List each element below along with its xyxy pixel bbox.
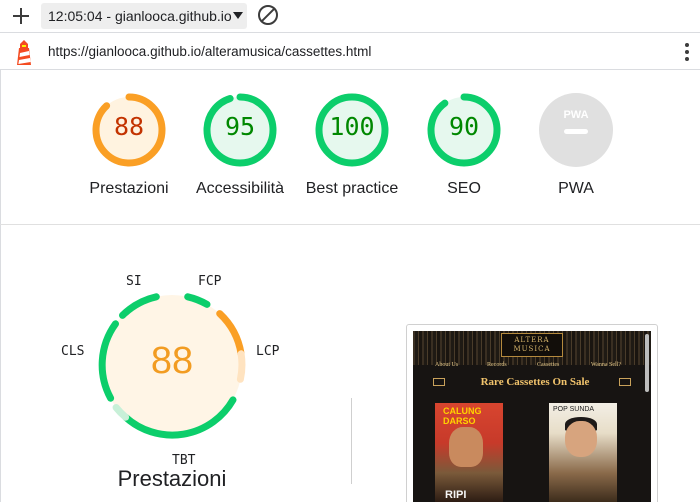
cover-photo [449, 427, 483, 467]
ornament-icon [619, 378, 631, 386]
pwa-badge-icon: PWA [539, 93, 613, 167]
performance-detail-score: 88 [150, 340, 194, 382]
gauge-score-accessibility: 95 [224, 112, 256, 141]
cassette-cover-pop-sunda: POP SUNDA [549, 403, 617, 502]
plus-icon[interactable] [10, 5, 32, 27]
url-bar: https://gianlooca.github.io/alteramusica… [0, 32, 700, 70]
vertical-separator [351, 398, 352, 484]
screenshot-nav-item: Cassettes [537, 362, 560, 368]
screenshot-nav: About Us Records Cassettes Wanna Sell? [413, 360, 651, 370]
devtools-toolbar: 12:05:04 - gianlooca.github.io [0, 0, 700, 32]
gauge-score-best-practices: 100 [329, 112, 375, 141]
kebab-menu-icon[interactable] [684, 42, 690, 62]
metric-label-si: SI [126, 274, 142, 289]
performance-detail-title: Prestazioni [117, 466, 227, 491]
gauge-accessibility[interactable]: 95 Accessibilità [185, 92, 295, 197]
screenshot-scrollbar[interactable] [645, 334, 649, 392]
gauge-score-performance: 88 [113, 112, 145, 141]
gauge-score-seo: 90 [448, 112, 480, 141]
gauge-label-pwa: PWA [558, 180, 594, 197]
metric-label-lcp: LCP [256, 344, 280, 359]
screenshot-nav-item: Records [487, 362, 507, 368]
gauge-seo[interactable]: 90 SEO [409, 92, 519, 197]
cassette-cover-calung: CALUNG DARSO RIPI [435, 403, 503, 502]
page-url[interactable]: https://gianlooca.github.io/alteramusica… [48, 44, 371, 59]
svg-text:PWA: PWA [563, 109, 588, 121]
screenshot-nav-item: About Us [435, 362, 459, 368]
cover-photo [565, 421, 597, 457]
report-selector[interactable]: 12:05:04 - gianlooca.github.io [41, 3, 247, 29]
lighthouse-icon [17, 40, 31, 65]
report-selector-label: 12:05:04 - gianlooca.github.io [48, 8, 232, 24]
block-icon[interactable] [258, 5, 278, 25]
final-screenshot[interactable]: ALTERA MUSICA About Us Records Cassettes… [413, 331, 651, 502]
gauge-pwa[interactable]: PWA PWA [521, 92, 631, 197]
screenshot-heading: Rare Cassettes On Sale [480, 376, 590, 388]
screenshot-nav-item: Wanna Sell? [591, 362, 622, 368]
metric-label-fcp: FCP [198, 274, 222, 289]
metric-label-cls: CLS [61, 344, 85, 359]
caret-down-icon [233, 12, 243, 19]
screenshot-site-logo: ALTERA MUSICA [501, 333, 563, 357]
gauge-performance[interactable]: 88 Prestazioni [74, 92, 184, 197]
section-divider [0, 224, 700, 225]
gauge-best-practices[interactable]: 100 Best practice [297, 92, 407, 197]
